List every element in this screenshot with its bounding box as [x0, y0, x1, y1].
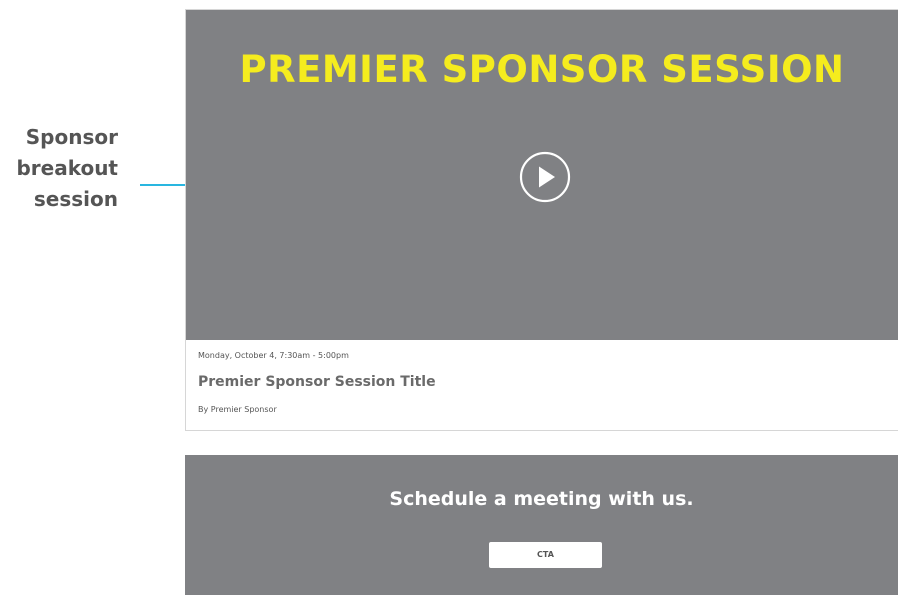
annotation-line-2: breakout — [16, 156, 118, 180]
annotation-line-1: Sponsor — [25, 125, 118, 149]
annotation-label: Sponsor breakout session — [0, 122, 118, 215]
session-date-time: Monday, October 4, 7:30am - 5:00pm — [198, 351, 349, 360]
session-info: Monday, October 4, 7:30am - 5:00pm Premi… — [186, 340, 898, 431]
session-card[interactable]: PREMIER SPONSOR SESSION Monday, October … — [185, 9, 898, 431]
meeting-heading: Schedule a meeting with us. — [389, 488, 694, 510]
page: Sponsor breakout session PREMIER SPONSOR… — [0, 0, 898, 595]
session-author: By Premier Sponsor — [198, 405, 277, 414]
play-icon-svg — [519, 151, 571, 203]
session-title[interactable]: Premier Sponsor Session Title — [198, 374, 436, 390]
video-player[interactable]: PREMIER SPONSOR SESSION — [186, 10, 898, 340]
video-heading: PREMIER SPONSOR SESSION — [239, 48, 845, 91]
play-circle-icon[interactable] — [519, 151, 571, 203]
annotation-line-3: session — [33, 187, 118, 211]
meeting-banner: Schedule a meeting with us. CTA — [185, 455, 898, 595]
cta-button[interactable]: CTA — [489, 542, 602, 568]
